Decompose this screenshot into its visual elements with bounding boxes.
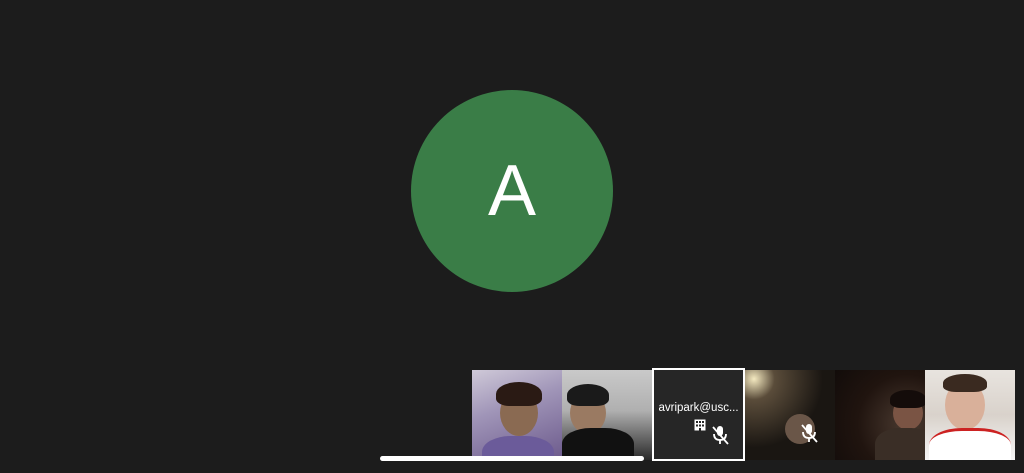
participant-tile-4[interactable] xyxy=(745,370,835,460)
participant-hair-1 xyxy=(496,382,542,406)
home-indicator[interactable] xyxy=(380,456,644,461)
mic-off-icon xyxy=(799,422,819,449)
participant-tile-selected[interactable]: avripark@usc... xyxy=(652,368,745,461)
participant-tile-1[interactable] xyxy=(472,370,562,460)
participant-hair-2 xyxy=(567,384,609,406)
participant-avatar[interactable]: A xyxy=(411,90,613,292)
participant-tile-2[interactable] xyxy=(562,370,652,460)
participant-tile-6[interactable] xyxy=(925,370,1015,460)
participant-strip: avripark@usc... xyxy=(472,368,1015,461)
mic-off-icon xyxy=(710,424,730,451)
participant-name: avripark@usc... xyxy=(658,402,739,414)
participant-tile-5[interactable] xyxy=(835,370,925,460)
participant-shirt-6 xyxy=(929,428,1011,460)
avatar-letter: A xyxy=(487,151,537,231)
meeting-stage: A avripark@usc... xyxy=(0,0,1024,473)
participant-shirt-5 xyxy=(875,428,925,460)
building-icon xyxy=(694,418,706,436)
participant-hair-6 xyxy=(943,374,987,392)
participant-hair-5 xyxy=(890,390,925,408)
